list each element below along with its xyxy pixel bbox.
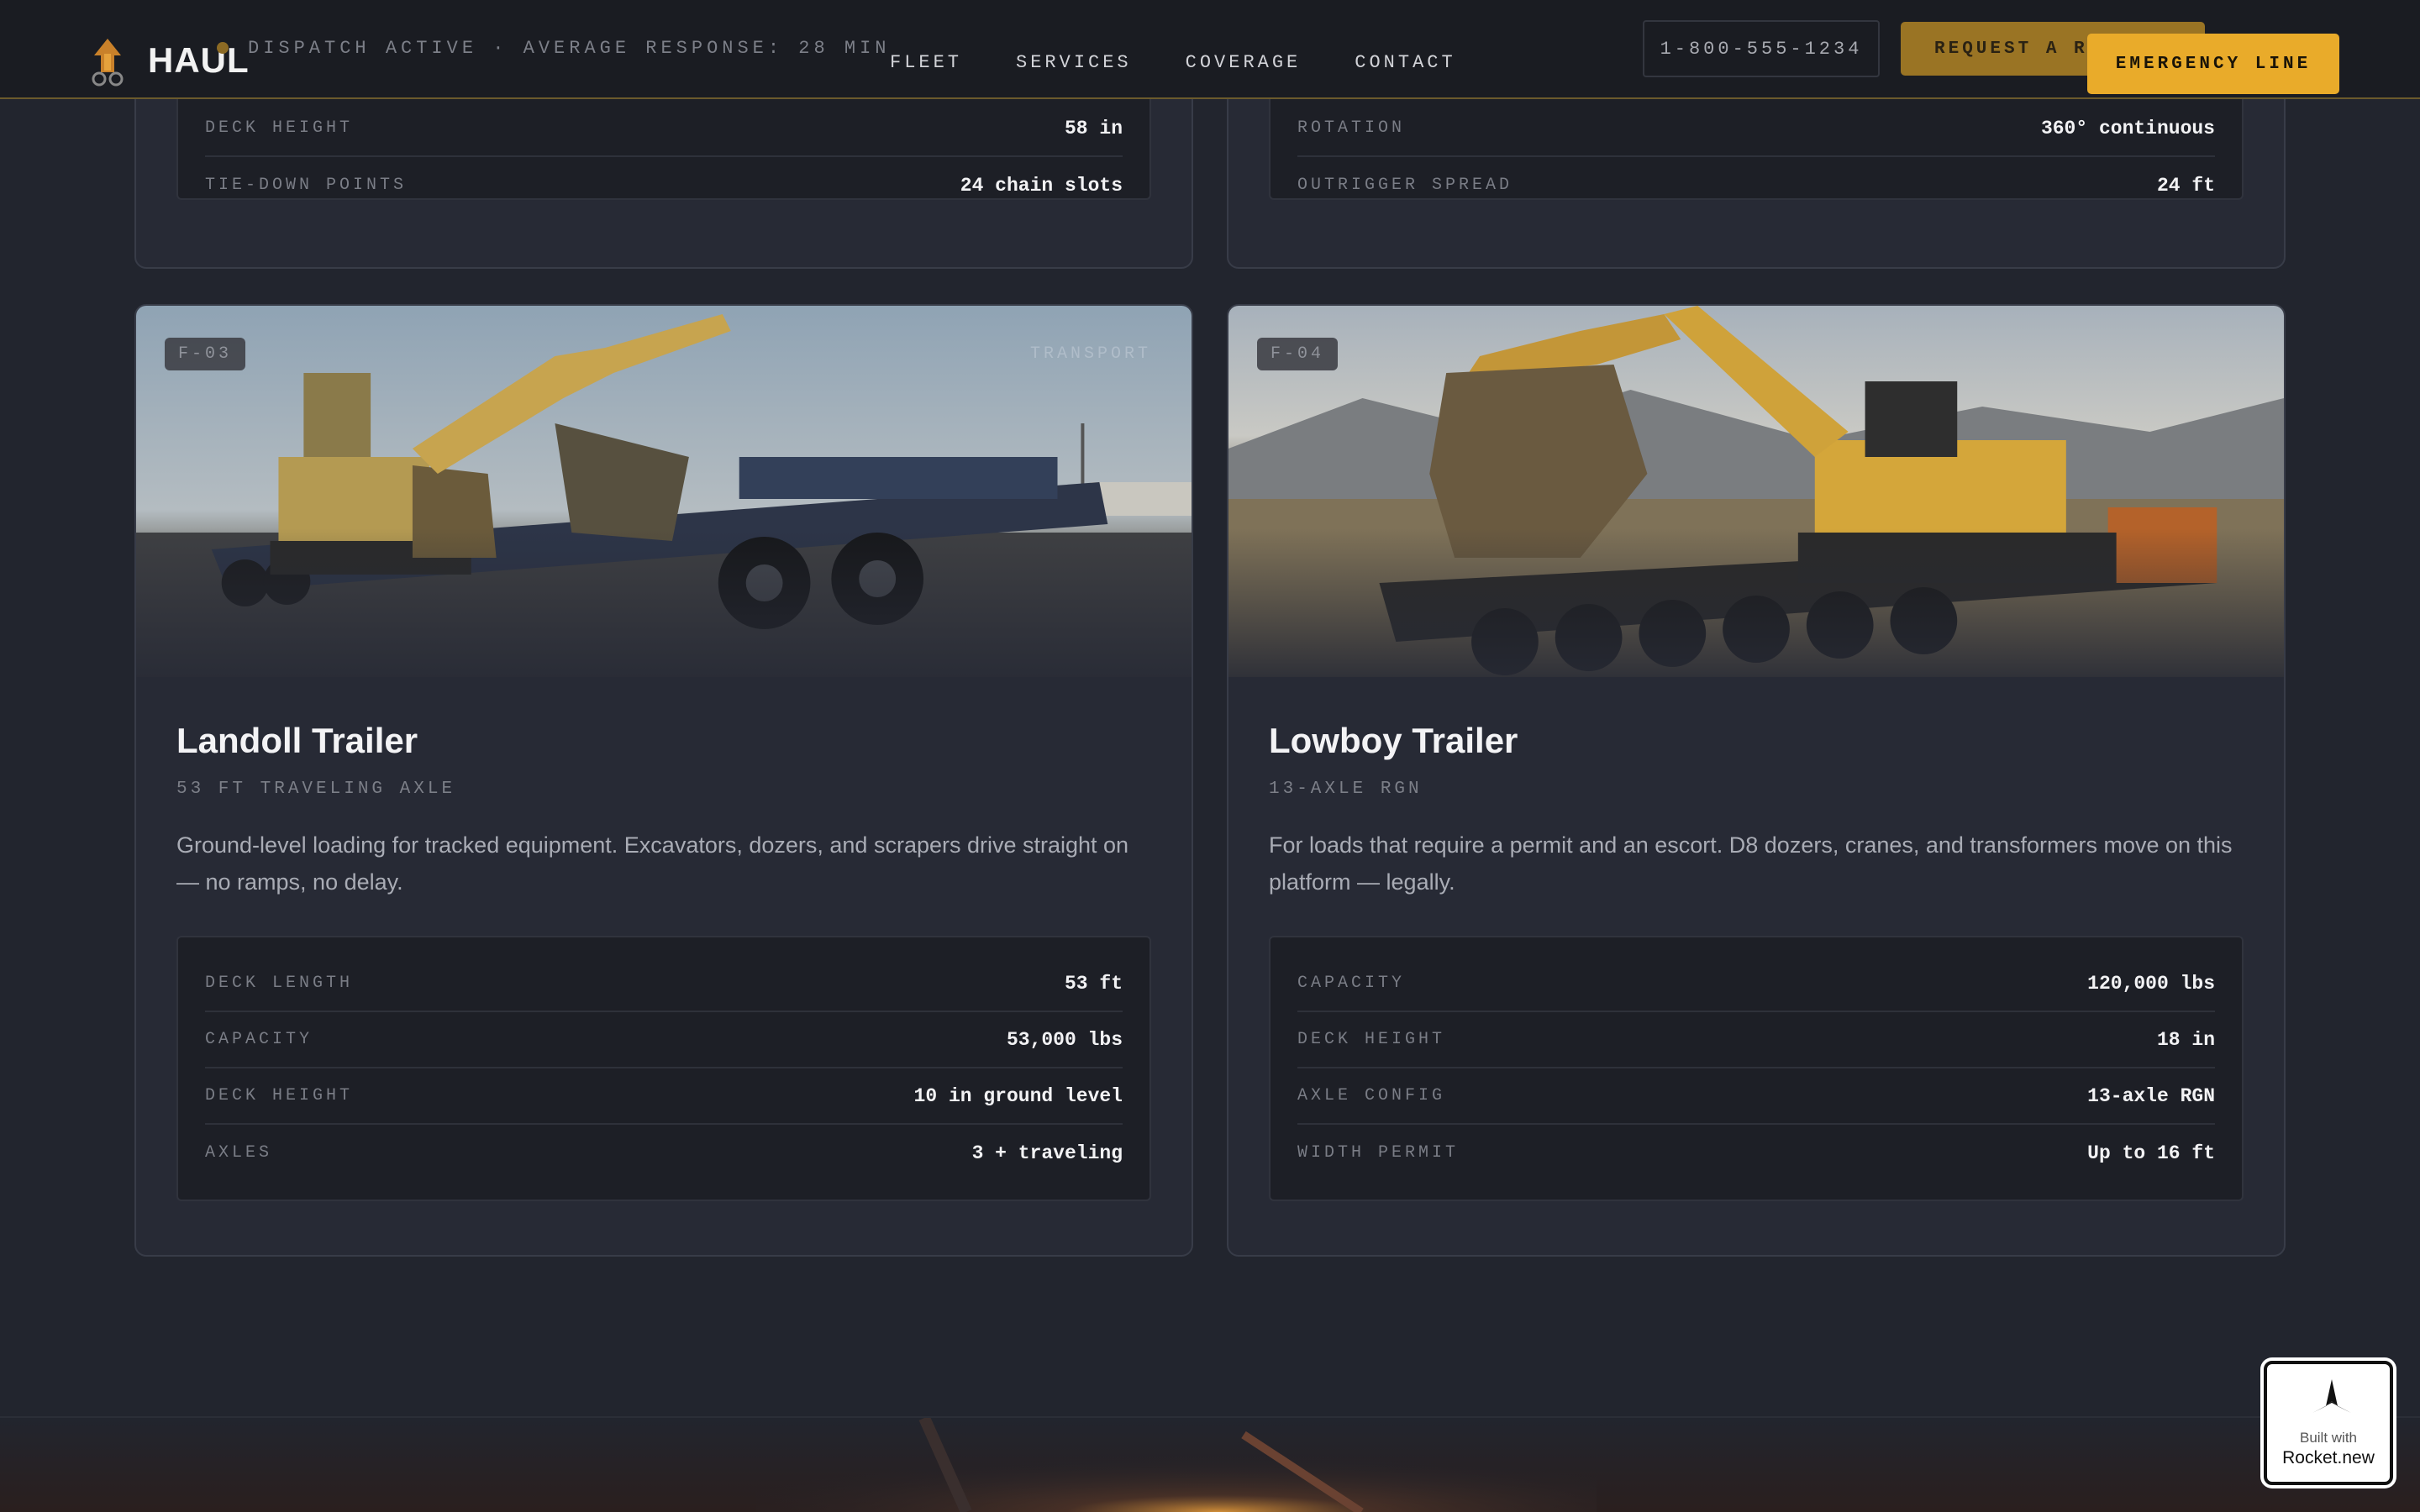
spec-label: DECK HEIGHT [1297, 1030, 1446, 1049]
spec-value: 53,000 lbs [1006, 1028, 1123, 1051]
nav-item-services[interactable]: SERVICES [1016, 52, 1132, 73]
card-description: For loads that require a permit and an e… [1269, 832, 2233, 895]
spec-row: DECK LENGTH 53 ft [205, 956, 1123, 1012]
fleet-id-tag: F-04 [1257, 338, 1339, 370]
status-indicator-icon [217, 42, 229, 54]
dispatch-status: DISPATCH ACTIVE · AVERAGE RESPONSE: 28 M… [248, 38, 891, 59]
main-nav: FLEET SERVICES COVERAGE CONTACT [890, 52, 1456, 73]
spec-value: Up to 16 ft [2087, 1142, 2215, 1164]
spec-value: 24 ft [2156, 174, 2215, 197]
card-subtitle: 13-AXLE RGN [1269, 780, 1423, 799]
rocket-icon [2312, 1379, 2351, 1413]
spec-value: 24 chain slots [960, 174, 1123, 197]
spec-label: WIDTH PERMIT [1297, 1143, 1460, 1163]
spec-label: AXLES [205, 1143, 273, 1163]
spec-row: WIDTH PERMIT Up to 16 ft [1297, 1125, 2215, 1181]
spec-row: DECK HEIGHT 58 in [205, 101, 1123, 157]
spec-row: ROTATION 360° continuous [1297, 101, 2215, 157]
card-description: Ground-level loading for tracked equipme… [176, 832, 1129, 895]
spec-value: 13-axle RGN [2087, 1084, 2215, 1107]
category-label: TRANSPORT [1029, 344, 1151, 364]
spec-label: AXLE CONFIG [1297, 1086, 1446, 1105]
spec-label: DECK HEIGHT [205, 1086, 354, 1105]
spec-label: DECK HEIGHT [205, 118, 354, 138]
spec-row: AXLES 3 + traveling [205, 1125, 1123, 1181]
next-section-hero-image [0, 1418, 2420, 1512]
spec-table: DECK LENGTH 53 ft CAPACITY 53,000 lbs DE… [176, 936, 1151, 1201]
spec-row: DECK HEIGHT 18 in [1297, 1012, 2215, 1068]
badge-line-2: Rocket.new [2282, 1448, 2375, 1467]
spec-label: CAPACITY [1297, 974, 1406, 993]
fleet-card-landoll[interactable]: F-03 TRANSPORT Landoll Trailer 53 FT TRA… [134, 304, 1193, 1257]
spec-label: OUTRIGGER SPREAD [1297, 176, 1513, 195]
spec-value: 3 + traveling [971, 1142, 1123, 1164]
spec-label: ROTATION [1297, 118, 1406, 138]
nav-item-contact[interactable]: CONTACT [1355, 52, 1455, 73]
fleet-card-lowboy[interactable]: F-04 Lowboy Trailer 13-AXLE RGN For load… [1227, 304, 2286, 1257]
nav-item-fleet[interactable]: FLEET [890, 52, 962, 73]
spec-row: CAPACITY 53,000 lbs [205, 1012, 1123, 1068]
built-with-rocket-badge[interactable]: Built with Rocket.new [2264, 1361, 2393, 1485]
spec-value: 120,000 lbs [2087, 972, 2215, 995]
card-title: Lowboy Trailer [1269, 721, 1518, 760]
spec-value: 360° continuous [2040, 117, 2215, 139]
badge-line-1: Built with [2299, 1430, 2358, 1446]
spec-label: TIE-DOWN POINTS [205, 176, 408, 195]
card-subtitle: 53 FT TRAVELING AXLE [176, 780, 456, 799]
brand-name[interactable]: HAUL [148, 40, 250, 81]
spec-table: CAPACITY 120,000 lbs DECK HEIGHT 18 in A… [1269, 936, 2244, 1201]
fleet-id-tag: F-03 [165, 338, 246, 370]
spec-value: 18 in [2156, 1028, 2215, 1051]
lowboy-trailer-photo [1228, 306, 2284, 677]
spec-label: CAPACITY [205, 1030, 313, 1049]
spec-row: TIE-DOWN POINTS 24 chain slots [205, 157, 1123, 213]
spec-row: AXLE CONFIG 13-axle RGN [1297, 1068, 2215, 1125]
spec-row: CAPACITY 120,000 lbs [1297, 956, 2215, 1012]
emergency-line-button[interactable]: EMERGENCY LINE [2087, 34, 2339, 94]
spec-value: 58 in [1064, 117, 1123, 139]
haul-logo-icon[interactable] [89, 37, 126, 87]
nav-item-coverage[interactable]: COVERAGE [1186, 52, 1302, 73]
spec-value: 10 in ground level [913, 1084, 1123, 1107]
site-header: HAUL DISPATCH ACTIVE · AVERAGE RESPONSE:… [0, 0, 2420, 99]
phone-link[interactable]: 1-800-555-1234 [1643, 20, 1880, 77]
spec-row: DECK HEIGHT 10 in ground level [205, 1068, 1123, 1125]
card-title: Landoll Trailer [176, 721, 418, 760]
spec-row: OUTRIGGER SPREAD 24 ft [1297, 157, 2215, 213]
spec-label: DECK LENGTH [205, 974, 354, 993]
spec-value: 53 ft [1064, 972, 1123, 995]
